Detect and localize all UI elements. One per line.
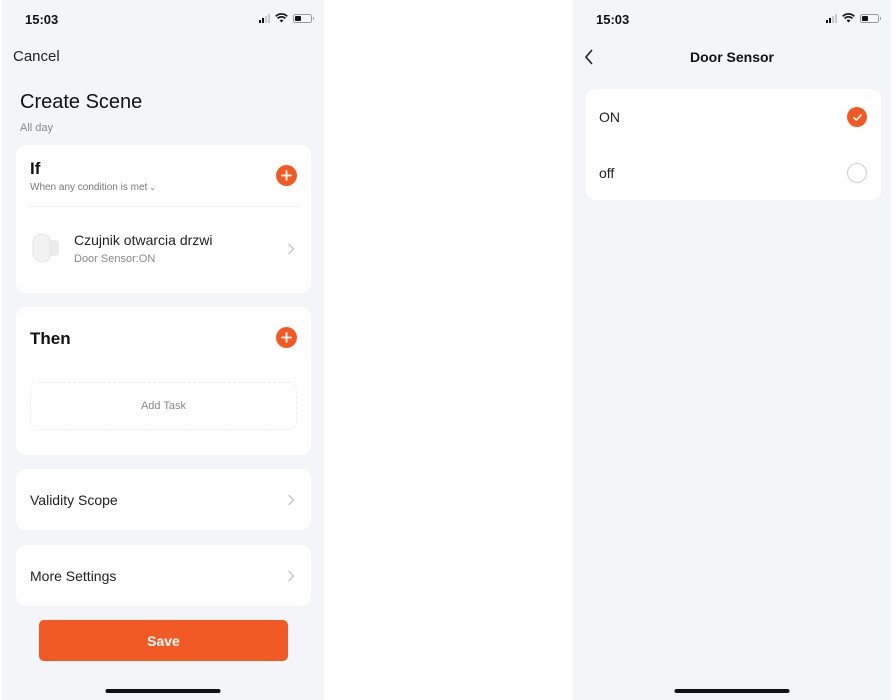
device-name: Czujnik otwarcia drzwi [74, 232, 213, 248]
radio-checked-icon[interactable] [847, 107, 867, 127]
checkmark-icon [852, 113, 862, 121]
option-on[interactable]: ON [586, 89, 881, 144]
validity-scope-label: Validity Scope [30, 492, 118, 508]
schedule-subtitle: All day [20, 122, 54, 134]
condition-mode-dropdown[interactable]: When any condition is met ⌄ [30, 182, 156, 193]
then-title: Then [30, 329, 71, 348]
add-condition-button[interactable] [276, 165, 297, 186]
battery-icon [860, 13, 881, 23]
add-task-button[interactable]: Add Task [30, 382, 297, 430]
cellular-signal-icon [826, 13, 837, 23]
wifi-icon [275, 13, 288, 23]
device-state: Door Sensor:ON [74, 253, 156, 265]
condition-mode-label: When any condition is met [30, 182, 148, 193]
battery-icon [293, 13, 314, 23]
status-bar: 15:03 [573, 0, 891, 40]
option-label: off [599, 165, 615, 181]
chevron-down-icon: ⌄ [149, 183, 156, 192]
chevron-right-icon [288, 570, 295, 582]
condition-item[interactable]: Czujnik otwarcia drzwi Door Sensor:ON [16, 215, 311, 283]
cellular-signal-icon [259, 13, 270, 23]
status-time: 15:03 [25, 12, 59, 27]
wifi-icon [842, 13, 855, 23]
page-title: Create Scene [20, 91, 143, 113]
plus-icon [281, 170, 292, 181]
chevron-right-icon [288, 243, 295, 255]
create-scene-screen: 15:03 Cancel Create Scene All day If Whe… [2, 0, 324, 700]
home-indicator[interactable] [105, 689, 221, 693]
home-indicator[interactable] [674, 689, 790, 693]
then-card: Then Add Task [16, 307, 311, 455]
state-options-card: ON off [586, 89, 881, 200]
door-sensor-screen: 15:03 Door Sensor ON off [573, 0, 891, 700]
if-card: If When any condition is met ⌄ Czujnik ot… [16, 145, 311, 293]
option-label: ON [599, 109, 620, 125]
status-bar: 15:03 [2, 0, 324, 40]
save-button[interactable]: Save [39, 620, 288, 661]
status-time: 15:03 [596, 12, 630, 27]
if-title: If [30, 159, 41, 178]
add-action-button[interactable] [276, 327, 297, 348]
option-off[interactable]: off [586, 145, 881, 200]
radio-unchecked-icon[interactable] [847, 163, 867, 183]
plus-icon [281, 332, 292, 343]
page-title: Door Sensor [689, 49, 774, 65]
divider [30, 206, 299, 207]
chevron-right-icon [288, 494, 295, 506]
more-settings-row[interactable]: More Settings [16, 545, 311, 606]
cancel-button[interactable]: Cancel [13, 48, 60, 65]
door-sensor-icon [32, 233, 59, 263]
more-settings-label: More Settings [30, 568, 117, 584]
validity-scope-row[interactable]: Validity Scope [16, 469, 311, 530]
